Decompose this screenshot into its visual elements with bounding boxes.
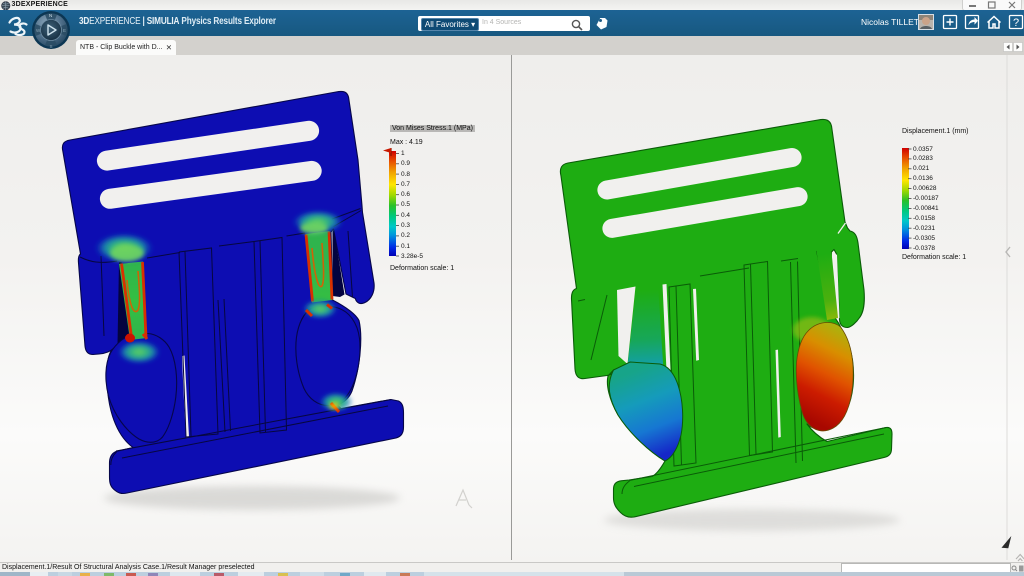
svg-text:E: E [63,28,66,33]
svg-text:?: ? [1013,17,1019,29]
svg-text:N: N [49,13,52,18]
svg-text:S: S [50,44,53,49]
